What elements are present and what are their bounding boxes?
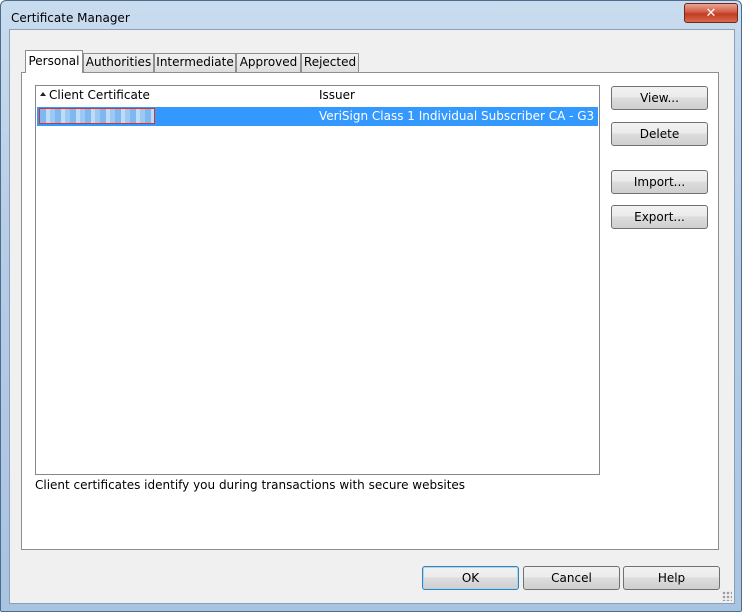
cancel-button[interactable]: Cancel bbox=[523, 566, 620, 590]
dialog-body: Personal Authorities Intermediate Approv… bbox=[9, 29, 735, 604]
tab-personal[interactable]: Personal bbox=[25, 50, 83, 73]
help-button[interactable]: Help bbox=[623, 566, 720, 590]
tab-rejected[interactable]: Rejected bbox=[301, 53, 359, 72]
issuer-cell: VeriSign Class 1 Individual Subscriber C… bbox=[319, 109, 595, 123]
column-header-issuer[interactable]: Issuer bbox=[319, 88, 355, 102]
info-text: Client certificates identify you during … bbox=[35, 478, 466, 492]
table-row[interactable]: VeriSign Class 1 Individual Subscriber C… bbox=[37, 107, 598, 126]
tab-panel-personal: Client Certificate Issuer VeriSign Class… bbox=[21, 72, 719, 550]
tab-approved[interactable]: Approved bbox=[236, 53, 301, 72]
resize-grip-icon[interactable] bbox=[722, 591, 732, 601]
column-header-client-certificate-label: Client Certificate bbox=[49, 88, 150, 102]
ok-button[interactable]: OK bbox=[422, 566, 519, 590]
close-icon: ✕ bbox=[705, 5, 717, 21]
export-button[interactable]: Export... bbox=[611, 205, 708, 229]
view-button[interactable]: View... bbox=[611, 86, 708, 110]
sort-ascending-icon bbox=[40, 92, 46, 96]
certificate-manager-window: Certificate Manager ✕ Personal Authoriti… bbox=[0, 0, 742, 612]
redacted-certificate-name bbox=[39, 108, 155, 124]
close-button[interactable]: ✕ bbox=[684, 3, 738, 23]
import-button[interactable]: Import... bbox=[611, 170, 708, 194]
delete-button[interactable]: Delete bbox=[611, 122, 708, 146]
column-header-client-certificate[interactable]: Client Certificate bbox=[40, 88, 150, 102]
window-title: Certificate Manager bbox=[11, 11, 130, 25]
tab-authorities[interactable]: Authorities bbox=[83, 53, 154, 72]
tab-intermediate[interactable]: Intermediate bbox=[154, 53, 236, 72]
certificate-list[interactable]: Client Certificate Issuer VeriSign Class… bbox=[35, 85, 600, 475]
